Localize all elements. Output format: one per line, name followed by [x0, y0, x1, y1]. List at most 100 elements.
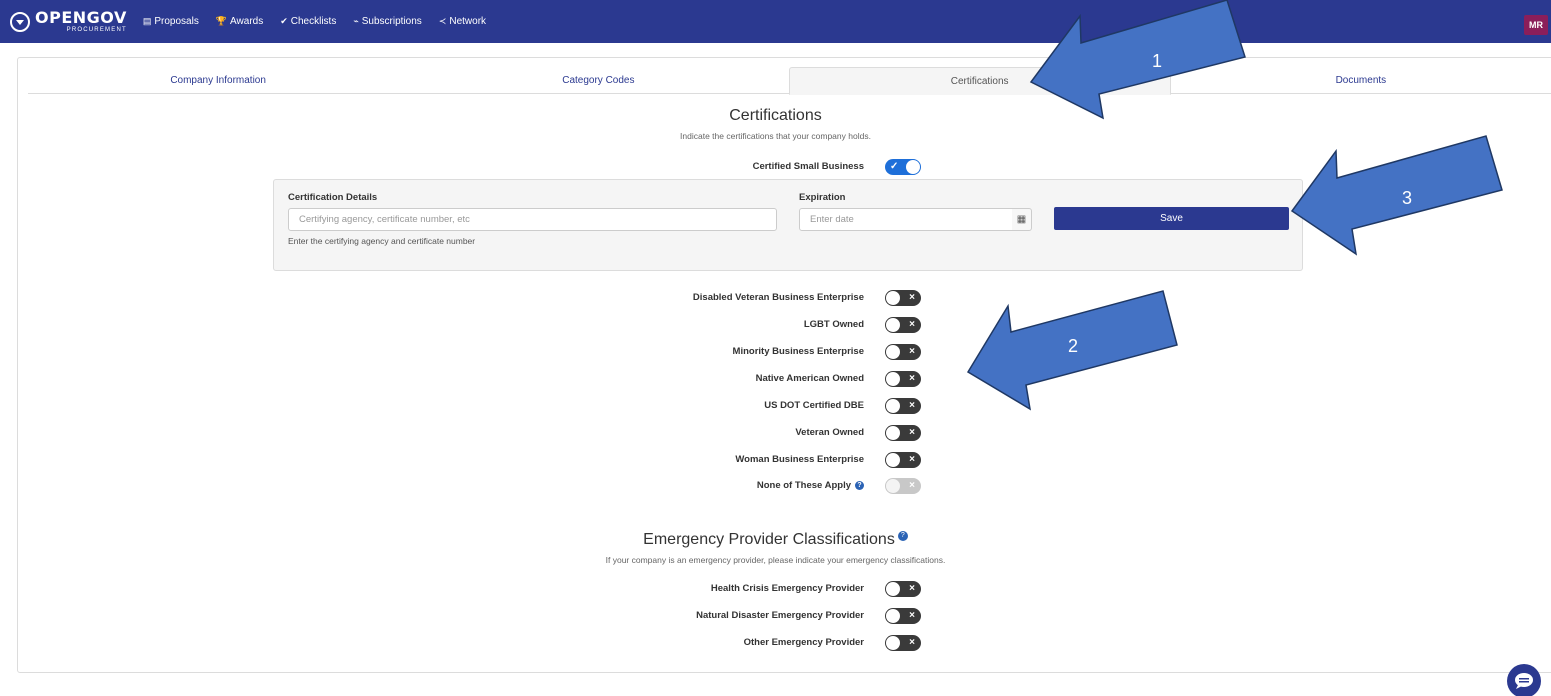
nav-awards-label: Awards	[230, 16, 264, 27]
tab-bar: Company Information Category Codes Certi…	[28, 67, 1551, 95]
tab-certifications[interactable]: Certifications	[788, 67, 1171, 95]
expiration-label: Expiration	[799, 192, 846, 203]
x-icon: ×	[909, 583, 915, 594]
cert-row: Minority Business Enterprise ×	[0, 344, 1551, 360]
nav-proposals[interactable]: ▤ Proposals	[143, 16, 199, 27]
help-icon[interactable]: ?	[897, 531, 908, 541]
emergency-title: Emergency Provider Classifications?	[0, 531, 1551, 549]
toggle-health-crisis[interactable]: ×	[885, 581, 921, 597]
toggle-knob	[886, 636, 900, 650]
toggle-knob	[886, 345, 900, 359]
toggle-knob	[886, 372, 900, 386]
x-icon: ×	[909, 346, 915, 357]
nav-subscriptions-label: Subscriptions	[361, 16, 422, 27]
expiration-date-input[interactable]	[799, 208, 1013, 231]
cert-label: Woman Business Enterprise	[735, 454, 864, 465]
x-icon: ×	[909, 637, 915, 648]
cert-row: LGBT Owned ×	[0, 317, 1551, 333]
check-icon: ✔	[280, 16, 288, 26]
emergency-subtitle: If your company is an emergency provider…	[605, 555, 946, 565]
toggle-veteran-owned[interactable]: ×	[885, 425, 921, 441]
x-icon: ×	[909, 373, 915, 384]
trophy-icon: 🏆	[215, 16, 228, 26]
toggle-us-dot-dbe[interactable]: ×	[885, 398, 921, 414]
cert-row: US DOT Certified DBE ×	[0, 398, 1551, 414]
help-icon[interactable]: ?	[855, 481, 864, 490]
chat-widget-button[interactable]	[1507, 664, 1541, 696]
tab-category-codes[interactable]: Category Codes	[408, 67, 788, 93]
tab-company-information[interactable]: Company Information	[28, 67, 408, 93]
chat-bubble-icon	[1515, 673, 1533, 689]
logo-main-text: OPENGOV	[35, 8, 127, 27]
x-icon: ×	[909, 319, 915, 330]
tab-documents[interactable]: Documents	[1171, 67, 1551, 93]
certification-details-label: Certification Details	[288, 192, 378, 203]
cert-row: None of These Apply? ×	[0, 478, 1551, 494]
cert-row: Native American Owned ×	[0, 371, 1551, 387]
cert-row: Disabled Veteran Business Enterprise ×	[0, 290, 1551, 306]
x-icon: ×	[909, 292, 915, 303]
certifications-title: Certifications	[729, 107, 822, 124]
x-icon: ×	[909, 610, 915, 621]
toggle-native-american[interactable]: ×	[885, 371, 921, 387]
x-icon: ×	[909, 427, 915, 438]
save-button[interactable]: Save	[1054, 207, 1289, 230]
calendar-icon[interactable]: ▦	[1012, 208, 1032, 231]
nav-network[interactable]: ≺ Network	[439, 16, 486, 27]
cert-row: Veteran Owned ×	[0, 425, 1551, 441]
share-icon: ≺	[438, 16, 447, 26]
emergency-row: Health Crisis Emergency Provider ×	[0, 581, 1551, 597]
toggle-small-business[interactable]: ✓	[885, 159, 921, 175]
toggle-lgbt-owned[interactable]: ×	[885, 317, 921, 333]
main-nav: ▤ Proposals 🏆 Awards ✔ Checklists ⌁ Subscrip…	[143, 16, 503, 27]
toggle-none-apply[interactable]: ×	[885, 478, 921, 494]
nav-awards[interactable]: 🏆 Awards	[216, 16, 263, 27]
x-icon: ×	[909, 480, 915, 491]
cert-label: US DOT Certified DBE	[764, 400, 864, 411]
toggle-knob	[886, 318, 900, 332]
toggle-knob	[906, 160, 920, 174]
certification-details-help: Enter the certifying agency and certific…	[288, 236, 476, 246]
top-nav-bar: OPENGOV PROCUREMENT ▤ Proposals 🏆 Awards ✔…	[0, 0, 1551, 43]
opengov-logo[interactable]: OPENGOV PROCUREMENT	[10, 10, 127, 33]
toggle-other-emergency[interactable]: ×	[885, 635, 921, 651]
cert-label: Veteran Owned	[795, 427, 864, 438]
nav-proposals-label: Proposals	[154, 16, 199, 27]
toggle-disabled-veteran[interactable]: ×	[885, 290, 921, 306]
toggle-knob	[886, 291, 900, 305]
toggle-knob	[886, 399, 900, 413]
toggle-natural-disaster[interactable]: ×	[885, 608, 921, 624]
toggle-woman-business[interactable]: ×	[885, 452, 921, 468]
nav-checklists[interactable]: ✔ Checklists	[280, 16, 336, 27]
rss-icon: ⌁	[353, 16, 359, 26]
toggle-knob	[886, 609, 900, 623]
toggle-knob	[886, 479, 900, 493]
emergency-row: Natural Disaster Emergency Provider ×	[0, 608, 1551, 624]
certification-details-input[interactable]	[288, 208, 777, 231]
cert-label: Native American Owned	[755, 373, 864, 384]
cert-label-text: None of These Apply	[756, 480, 851, 491]
cert-row: Woman Business Enterprise ×	[0, 452, 1551, 468]
nav-checklists-label: Checklists	[290, 16, 337, 27]
nav-subscriptions[interactable]: ⌁ Subscriptions	[353, 16, 421, 27]
x-icon: ×	[909, 400, 915, 411]
cert-label: Disabled Veteran Business Enterprise	[692, 292, 864, 303]
nav-network-label: Network	[449, 16, 487, 27]
cert-label: Minority Business Enterprise	[732, 346, 864, 357]
check-icon: ✓	[890, 161, 899, 172]
cert-label: LGBT Owned	[803, 319, 864, 330]
certifications-subtitle: Indicate the certifications that your co…	[680, 131, 871, 141]
toggle-knob	[886, 426, 900, 440]
x-icon: ×	[909, 454, 915, 465]
cert-row-small-business: Certified Small Business ✓	[0, 159, 1551, 175]
emergency-title-text: Emergency Provider Classifications	[643, 531, 895, 548]
emergency-label: Natural Disaster Emergency Provider	[696, 610, 864, 621]
emergency-label: Health Crisis Emergency Provider	[710, 583, 864, 594]
logo-sub-text: PROCUREMENT	[66, 27, 127, 33]
toggle-minority-business[interactable]: ×	[885, 344, 921, 360]
cert-label-small-business: Certified Small Business	[752, 161, 864, 172]
cert-label: None of These Apply?	[757, 480, 864, 491]
user-avatar[interactable]: MR	[1524, 15, 1548, 35]
document-icon: ▤	[142, 16, 152, 26]
toggle-knob	[886, 582, 900, 596]
